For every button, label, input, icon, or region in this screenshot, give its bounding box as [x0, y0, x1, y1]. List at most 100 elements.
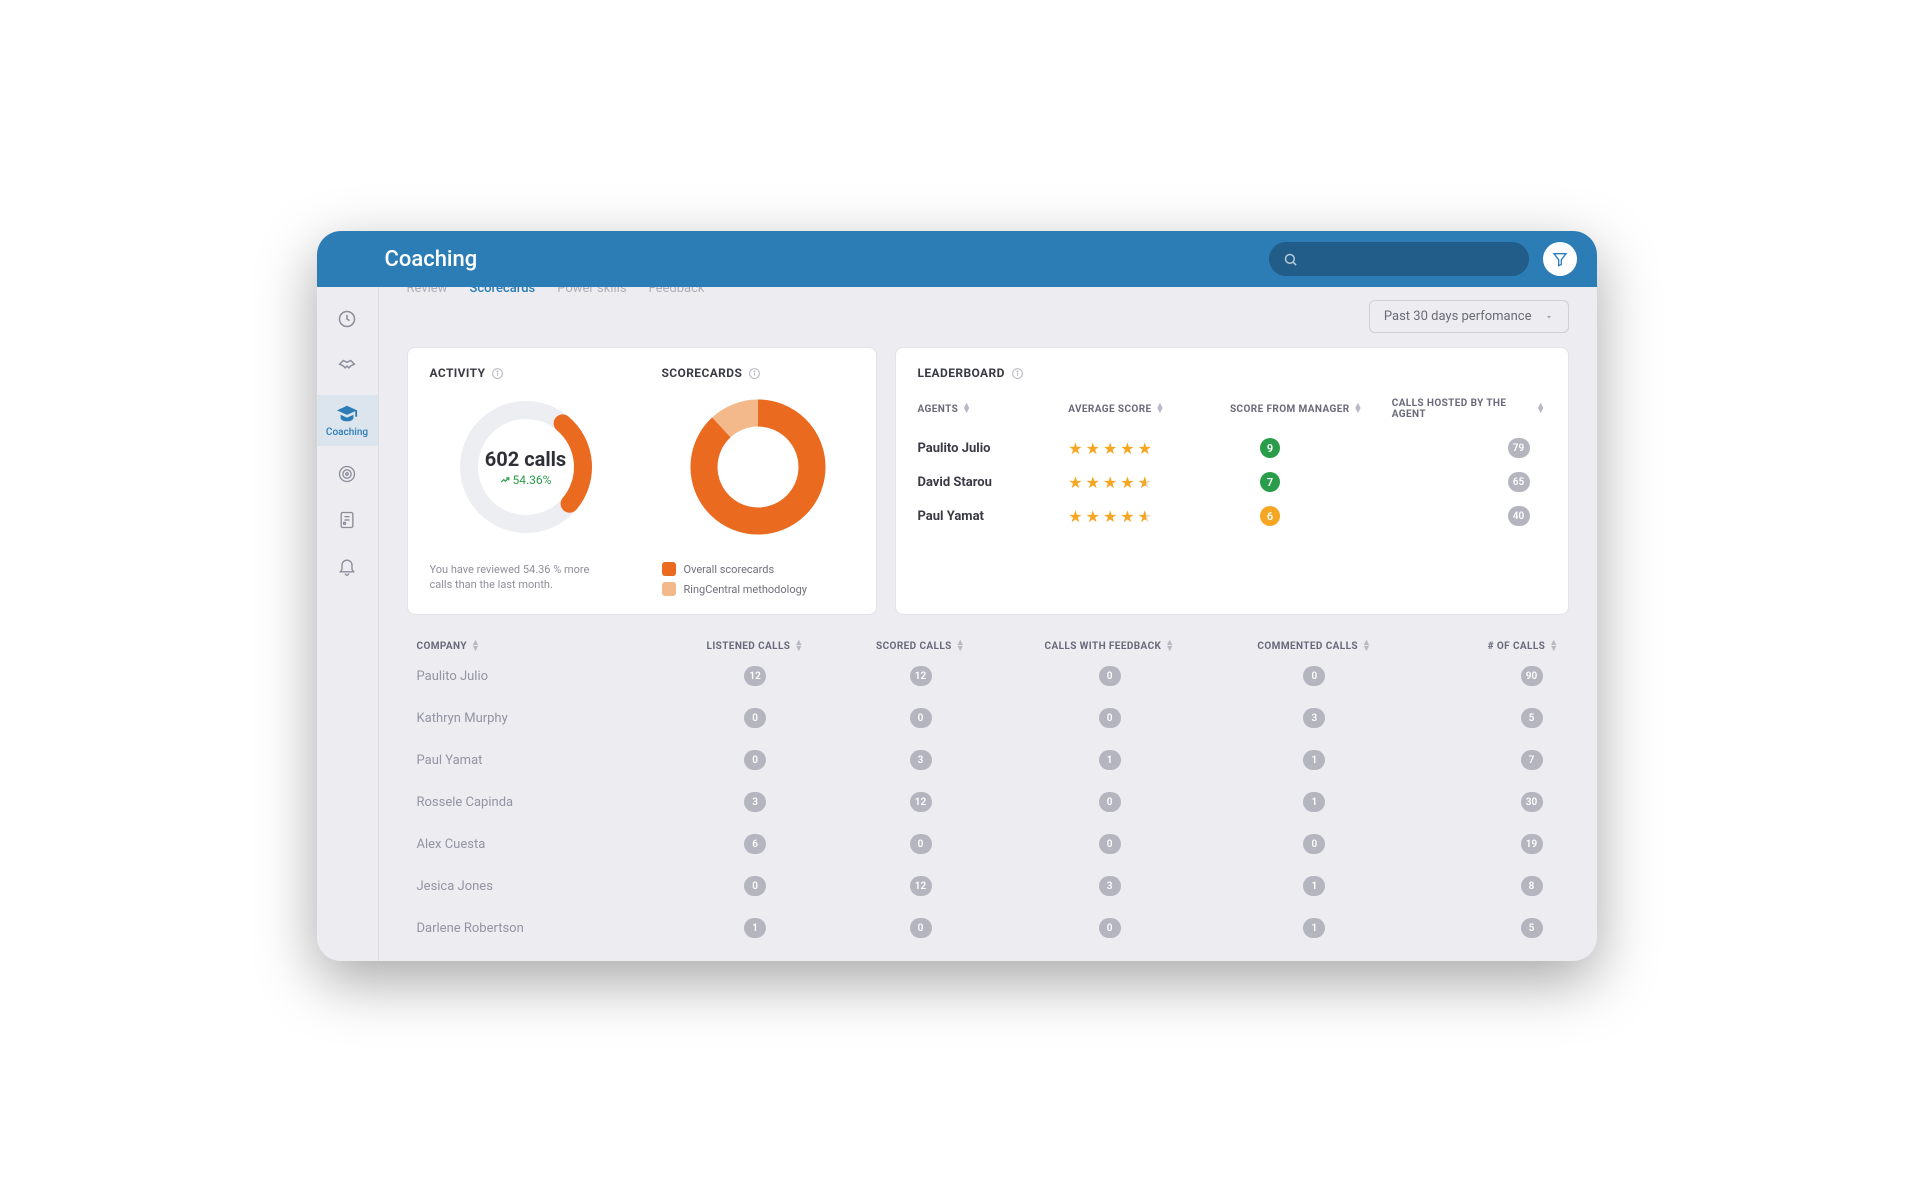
commented-cell: 0 [1220, 666, 1409, 686]
feedback-cell: 3 [1007, 876, 1212, 896]
stars: ★★★★★ [1068, 439, 1222, 458]
leaderboard-card: LEADERBOARD AGENTS▲▼ AVERAGE SCORE▲▼ SCO… [895, 347, 1569, 615]
commented-cell: 0 [1220, 834, 1409, 854]
target-icon [337, 464, 357, 484]
main-content: Review Scorecards Power skills Feedback … [379, 287, 1597, 961]
scored-cell: 12 [842, 876, 999, 896]
commented-cell: 3 [1220, 708, 1409, 728]
info-icon[interactable] [748, 367, 761, 380]
activity-calls-value: 602 calls [485, 447, 566, 471]
row-name: Jesica Jones [417, 879, 669, 894]
listened-cell: 12 [676, 666, 833, 686]
sidebar-item-target[interactable] [317, 456, 379, 492]
tab-power-skills[interactable]: Power skills [557, 287, 626, 296]
th-feedback[interactable]: CALLS WITH FEEDBACK▲▼ [1007, 641, 1212, 652]
table-row[interactable]: Darlene Robertson10015 [407, 918, 1569, 938]
top-bar: Coaching [317, 231, 1597, 287]
scored-cell: 0 [842, 708, 999, 728]
stars: ★★★★★★ [1068, 507, 1222, 526]
app-window: Coaching Coaching [317, 231, 1597, 961]
company-table: COMPANY▲▼ LISTENED CALLS▲▼ SCORED CALLS▲… [407, 641, 1569, 938]
th-manager-score[interactable]: SCORE FROM MANAGER▲▼ [1230, 404, 1384, 415]
calls-hosted: 79 [1508, 438, 1530, 458]
numcalls-cell: 8 [1417, 876, 1559, 896]
tab-scorecards[interactable]: Scorecards [469, 287, 535, 296]
leaderboard-row[interactable]: Paul Yamat ★★★★★★ 6 40 [918, 506, 1546, 526]
commented-cell: 1 [1220, 876, 1409, 896]
listened-cell: 0 [676, 750, 833, 770]
tab-review[interactable]: Review [407, 287, 448, 296]
leaderboard-row[interactable]: Paulito Julio★★★★★979 [918, 438, 1546, 458]
table-row[interactable]: Alex Cuesta600019 [407, 834, 1569, 854]
th-avg-score[interactable]: AVERAGE SCORE▲▼ [1068, 404, 1222, 415]
sidebar-item-recent[interactable] [317, 301, 379, 337]
commented-cell: 1 [1220, 792, 1409, 812]
th-num-calls[interactable]: # OF CALLS▲▼ [1417, 641, 1559, 652]
app-body: Coaching Review Scorecards Power skills … [317, 287, 1597, 961]
scored-cell: 0 [842, 918, 999, 938]
feedback-cell: 0 [1007, 834, 1212, 854]
numcalls-cell: 30 [1417, 792, 1559, 812]
numcalls-cell: 5 [1417, 708, 1559, 728]
clock-icon [337, 309, 357, 329]
period-dropdown[interactable]: Past 30 days perfomance [1369, 300, 1569, 333]
filter-button[interactable] [1543, 242, 1577, 276]
table-row[interactable]: Paul Yamat03117 [407, 750, 1569, 770]
agent-name: Paulito Julio [918, 441, 1061, 456]
activity-card: ACTIVITY 602 calls [407, 347, 877, 615]
tab-feedback[interactable]: Feedback [649, 287, 705, 296]
info-icon[interactable] [1011, 367, 1024, 380]
table-row[interactable]: Jesica Jones 0 12 318 [407, 876, 1569, 896]
th-calls-hosted[interactable]: CALLS HOSTED BY THE AGENT▲▼ [1392, 398, 1546, 420]
manager-score: 7 [1260, 472, 1280, 492]
row-name: Paul Yamat [417, 753, 669, 768]
th-scored[interactable]: SCORED CALLS▲▼ [842, 641, 999, 652]
numcalls-cell: 5 [1417, 918, 1559, 938]
stars: ★★★★★★ [1068, 473, 1222, 492]
row-name: Rossele Capinda [417, 795, 669, 810]
chevron-down-icon [1544, 312, 1554, 322]
period-label: Past 30 days perfomance [1384, 309, 1532, 324]
calls-hosted: 40 [1508, 506, 1530, 526]
sidebar-item-alerts[interactable] [317, 548, 379, 584]
th-commented[interactable]: COMMENTED CALLS▲▼ [1220, 641, 1409, 652]
scored-cell: 12 [842, 666, 999, 686]
row-name: Alex Cuesta [417, 837, 669, 852]
table-row[interactable]: Kathryn Murphy00035 [407, 708, 1569, 728]
scorecards-title: SCORECARDS [662, 366, 743, 380]
table-row[interactable]: Rossele Capinda3120130 [407, 792, 1569, 812]
numcalls-cell: 19 [1417, 834, 1559, 854]
numcalls-cell: 7 [1417, 750, 1559, 770]
listened-cell: 1 [676, 918, 833, 938]
scorecards-donut [683, 392, 833, 542]
sidebar-item-docs[interactable] [317, 502, 379, 538]
activity-donut: 602 calls 54.36% [451, 392, 601, 542]
scored-cell: 12 [842, 792, 999, 812]
calls-hosted: 65 [1508, 472, 1530, 492]
listened-cell: 6 [676, 834, 833, 854]
sidebar-item-coaching[interactable]: Coaching [317, 395, 379, 446]
numcalls-cell: 90 [1417, 666, 1559, 686]
table-row[interactable]: Paulito Julio12120090 [407, 666, 1569, 686]
handshake-icon [336, 355, 358, 377]
th-listened[interactable]: LISTENED CALLS▲▼ [676, 641, 833, 652]
feedback-cell: 0 [1007, 666, 1212, 686]
search-input[interactable] [1269, 242, 1529, 276]
leaderboard-title: LEADERBOARD [918, 366, 1005, 380]
feedback-cell: 0 [1007, 918, 1212, 938]
row-name: Darlene Robertson [417, 921, 669, 936]
sidebar-item-label: Coaching [326, 427, 368, 438]
listened-cell: 0 [676, 876, 833, 896]
commented-cell: 1 [1220, 918, 1409, 938]
agent-name: Paul Yamat [918, 509, 1061, 524]
scored-cell: 3 [842, 750, 999, 770]
info-icon[interactable] [491, 367, 504, 380]
sidebar-item-deals[interactable] [317, 347, 379, 385]
th-company[interactable]: COMPANY▲▼ [417, 641, 669, 652]
gradcap-icon [336, 403, 358, 425]
th-agents[interactable]: AGENTS▲▼ [918, 404, 1061, 415]
scorecards-legend: Overall scorecards RingCentral methodolo… [662, 562, 808, 596]
leaderboard-row[interactable]: David Starou★★★★★★765 [918, 472, 1546, 492]
listened-cell: 0 [676, 708, 833, 728]
manager-score: 6 [1260, 506, 1280, 526]
